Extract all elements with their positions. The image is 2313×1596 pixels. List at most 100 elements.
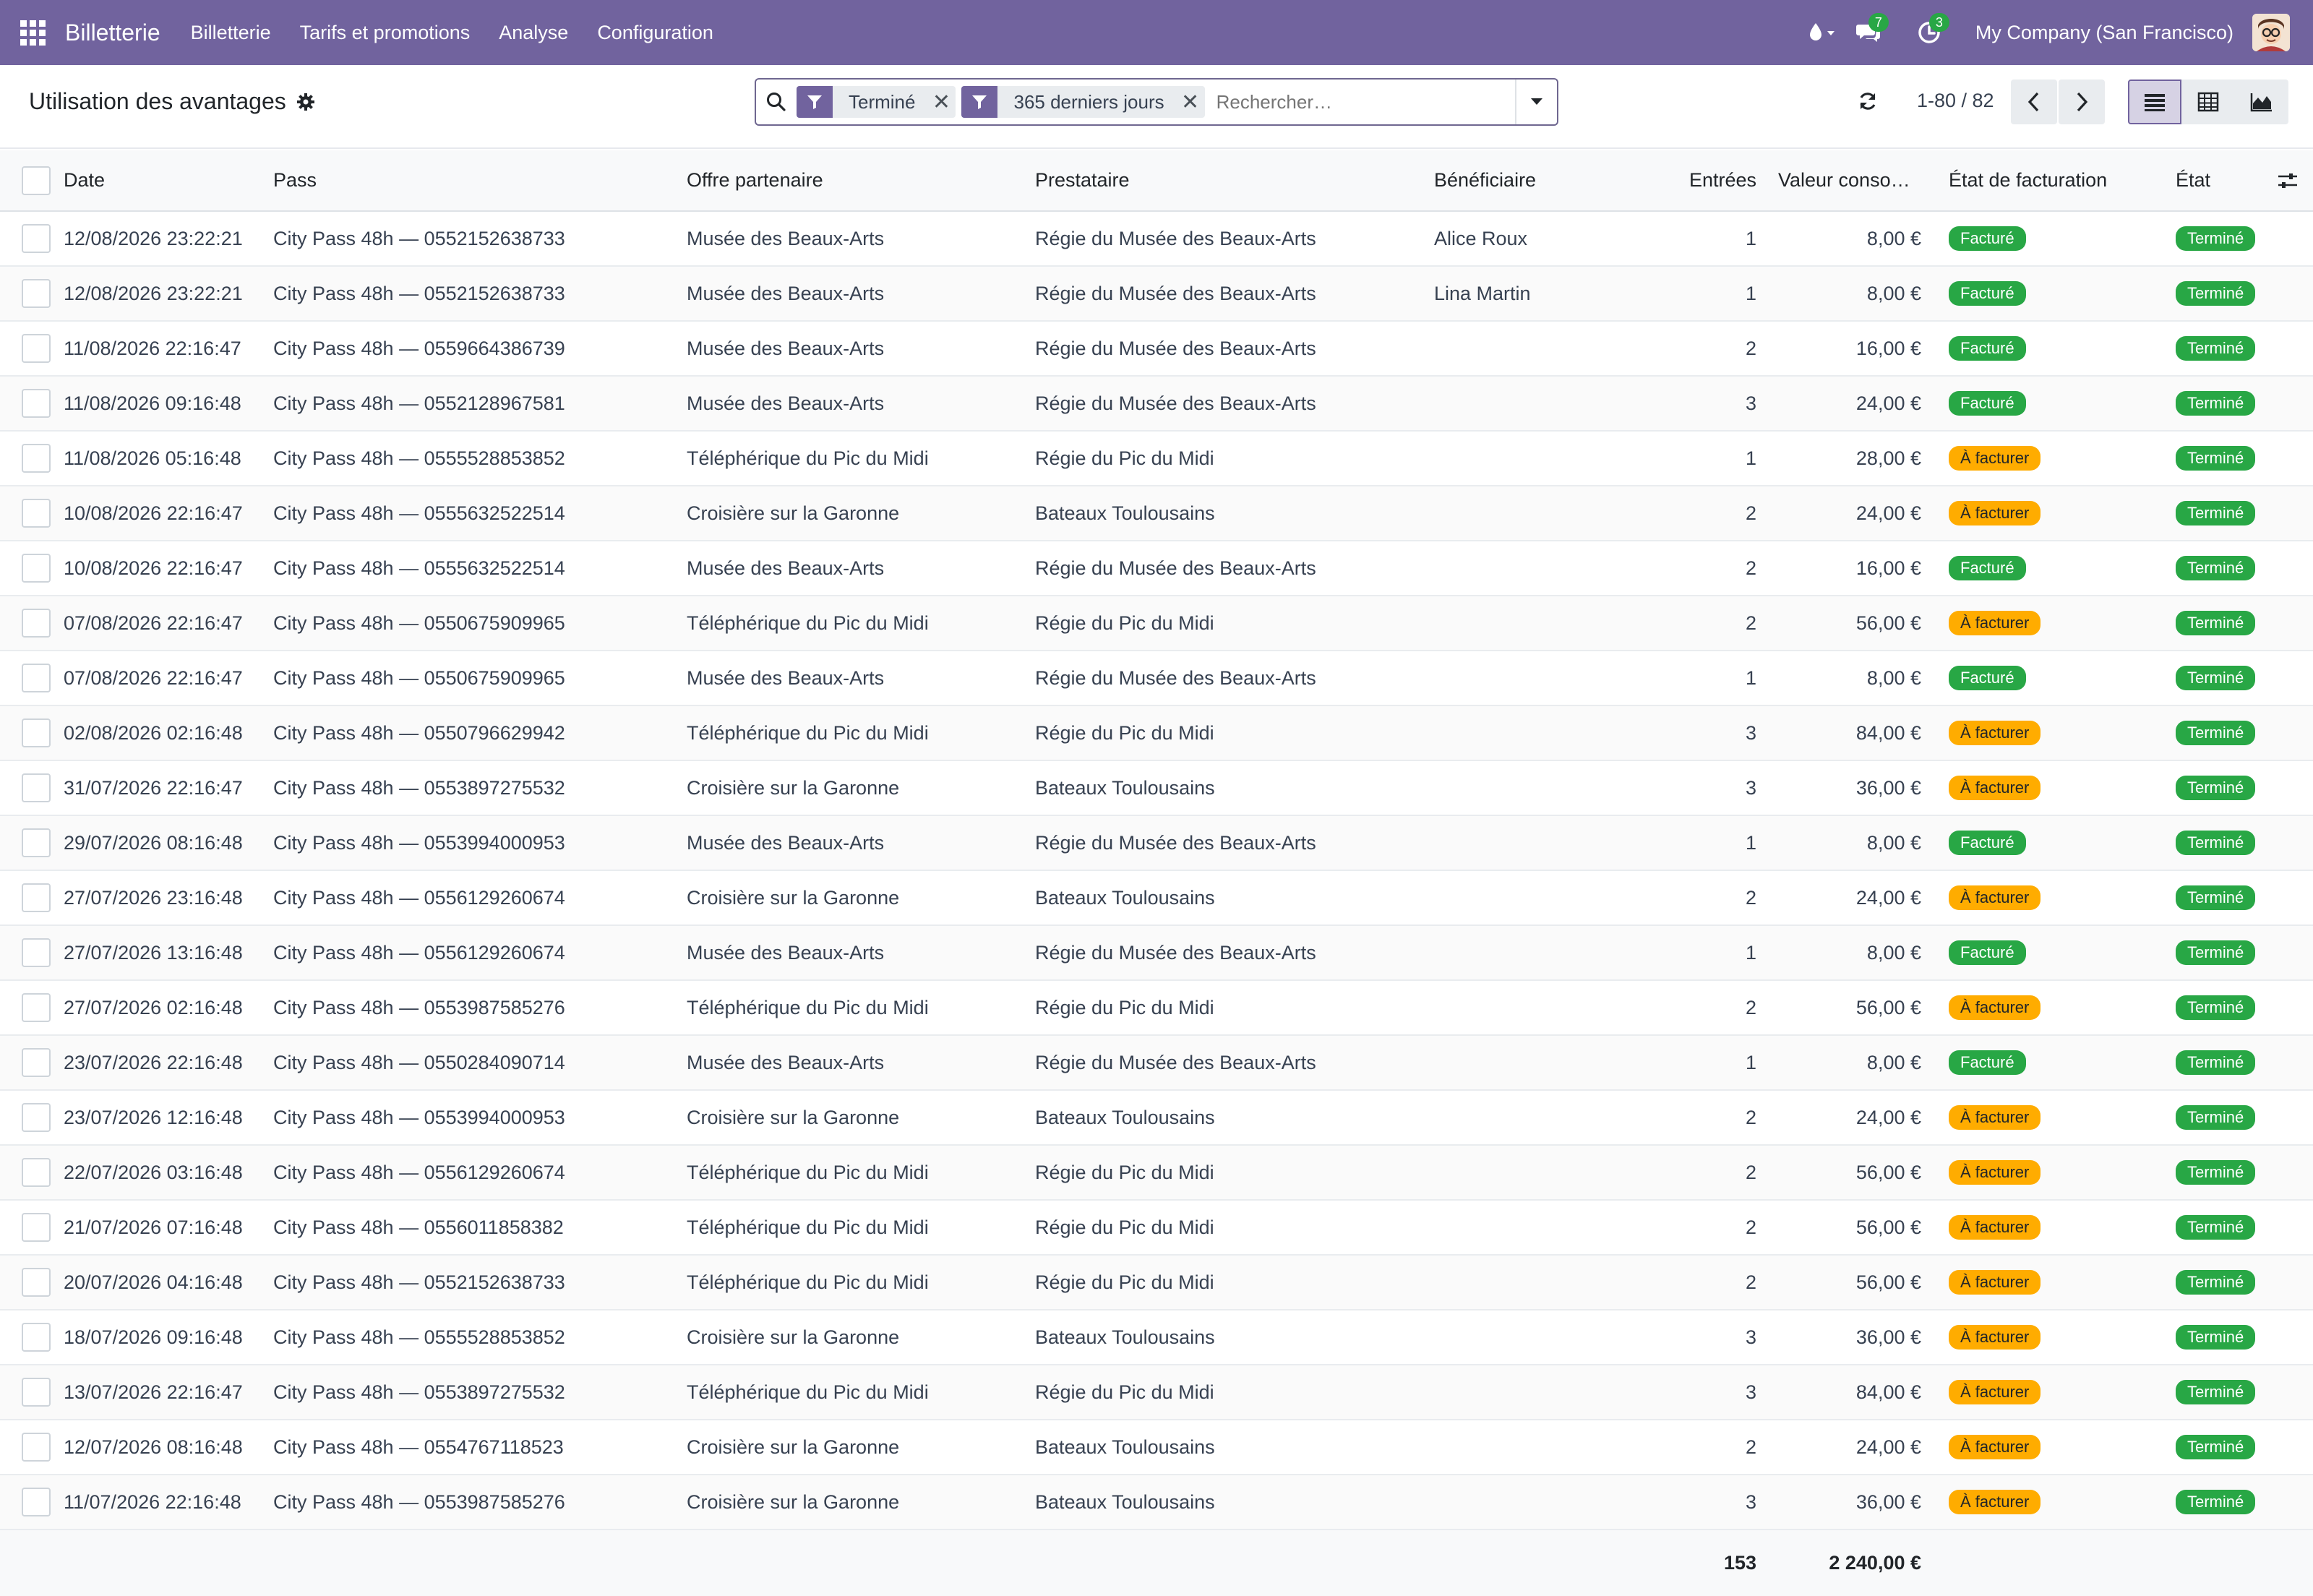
remove-filter-icon[interactable]: ✕ xyxy=(927,90,956,115)
column-header-entries[interactable]: Entrées xyxy=(1629,150,1769,212)
column-header-provider[interactable]: Prestataire xyxy=(1035,150,1434,212)
row-checkbox[interactable] xyxy=(22,664,51,692)
column-header-pass[interactable]: Pass xyxy=(273,150,687,212)
table-row[interactable]: 20/07/2026 04:16:48 City Pass 48h — 05521… xyxy=(0,1255,2313,1310)
apps-grid-icon xyxy=(20,20,46,46)
cell-offer: Musée des Beaux-Arts xyxy=(687,376,1035,432)
row-checkbox[interactable] xyxy=(22,883,51,912)
row-checkbox[interactable] xyxy=(22,828,51,857)
billing-state-badge: À facturer xyxy=(1949,446,2041,471)
cell-date: 10/08/2026 22:16:47 xyxy=(64,541,273,596)
remove-filter-icon[interactable]: ✕ xyxy=(1176,90,1205,115)
pager-value[interactable]: 1-80 / 82 xyxy=(1917,90,1994,112)
menu-item-tarifs[interactable]: Tarifs et promotions xyxy=(300,22,471,44)
table-row[interactable]: 10/08/2026 22:16:47 City Pass 48h — 05556… xyxy=(0,486,2313,541)
table-row[interactable]: 31/07/2026 22:16:47 City Pass 48h — 05538… xyxy=(0,760,2313,816)
row-checkbox[interactable] xyxy=(22,993,51,1022)
cell-entries: 1 xyxy=(1629,211,1769,267)
refresh-button[interactable] xyxy=(1853,87,1882,116)
row-checkbox[interactable] xyxy=(22,1488,51,1516)
table-row[interactable]: 12/07/2026 08:16:48 City Pass 48h — 05547… xyxy=(0,1420,2313,1475)
cell-offer: Musée des Beaux-Arts xyxy=(687,541,1035,596)
user-avatar[interactable] xyxy=(2252,14,2290,51)
row-checkbox[interactable] xyxy=(22,1433,51,1462)
cell-pass: City Pass 48h — 0550796629942 xyxy=(273,705,687,761)
table-row[interactable]: 11/07/2026 22:16:48 City Pass 48h — 05539… xyxy=(0,1475,2313,1530)
menu-item-billetterie[interactable]: Billetterie xyxy=(191,22,271,44)
column-header-beneficiary[interactable]: Bénéficiaire xyxy=(1434,150,1629,212)
table-row[interactable]: 11/08/2026 09:16:48 City Pass 48h — 05521… xyxy=(0,376,2313,432)
row-checkbox[interactable] xyxy=(22,444,51,473)
activities-button[interactable]: 3 xyxy=(1908,0,1951,65)
billing-state-badge: À facturer xyxy=(1949,501,2041,525)
pivot-view-button[interactable] xyxy=(2181,80,2235,124)
cell-offer: Croisière sur la Garonne xyxy=(687,486,1035,541)
search-options-toggle[interactable] xyxy=(1515,80,1557,124)
row-checkbox[interactable] xyxy=(22,718,51,747)
cell-billing-state: Facturé xyxy=(1934,541,2176,596)
column-header-date[interactable]: Date xyxy=(64,150,273,212)
cell-provider: Régie du Musée des Beaux-Arts xyxy=(1035,541,1434,596)
row-checkbox[interactable] xyxy=(22,499,51,528)
billing-state-badge: Facturé xyxy=(1949,226,2026,251)
row-checkbox[interactable] xyxy=(22,1268,51,1297)
apps-menu-button[interactable] xyxy=(0,0,65,65)
row-checkbox[interactable] xyxy=(22,773,51,802)
row-checkbox[interactable] xyxy=(22,279,51,308)
row-checkbox[interactable] xyxy=(22,334,51,363)
table-row[interactable]: 12/08/2026 23:22:21 City Pass 48h — 05521… xyxy=(0,211,2313,267)
table-row[interactable]: 22/07/2026 03:16:48 City Pass 48h — 05561… xyxy=(0,1145,2313,1201)
table-row[interactable]: 27/07/2026 13:16:48 City Pass 48h — 05561… xyxy=(0,925,2313,981)
table-row[interactable]: 23/07/2026 22:16:48 City Pass 48h — 05502… xyxy=(0,1035,2313,1091)
column-header-value[interactable]: Valeur conso… xyxy=(1769,150,1934,212)
table-row[interactable]: 07/08/2026 22:16:47 City Pass 48h — 05506… xyxy=(0,596,2313,651)
table-row[interactable]: 29/07/2026 08:16:48 City Pass 48h — 05539… xyxy=(0,815,2313,871)
menu-item-analyse[interactable]: Analyse xyxy=(499,22,568,44)
column-header-state-label[interactable]: État xyxy=(2176,169,2210,191)
select-all-checkbox[interactable] xyxy=(22,166,51,195)
table-row[interactable]: 11/08/2026 05:16:48 City Pass 48h — 05555… xyxy=(0,431,2313,486)
row-select-cell xyxy=(0,870,64,926)
cell-date: 02/08/2026 02:16:48 xyxy=(64,705,273,761)
table-row[interactable]: 02/08/2026 02:16:48 City Pass 48h — 05507… xyxy=(0,705,2313,761)
table-row[interactable]: 27/07/2026 02:16:48 City Pass 48h — 05539… xyxy=(0,980,2313,1036)
graph-view-button[interactable] xyxy=(2235,80,2288,124)
row-checkbox[interactable] xyxy=(22,1213,51,1242)
row-checkbox[interactable] xyxy=(22,1378,51,1407)
row-checkbox[interactable] xyxy=(22,1103,51,1132)
pager-next-button[interactable] xyxy=(2059,80,2105,124)
table-row[interactable]: 10/08/2026 22:16:47 City Pass 48h — 05556… xyxy=(0,541,2313,596)
row-checkbox[interactable] xyxy=(22,1158,51,1187)
row-checkbox[interactable] xyxy=(22,1048,51,1077)
table-row[interactable]: 07/08/2026 22:16:47 City Pass 48h — 05506… xyxy=(0,651,2313,706)
column-header-offer[interactable]: Offre partenaire xyxy=(687,150,1035,212)
table-row[interactable]: 13/07/2026 22:16:47 City Pass 48h — 05538… xyxy=(0,1365,2313,1420)
row-checkbox[interactable] xyxy=(22,609,51,638)
row-checkbox[interactable] xyxy=(22,224,51,253)
table-row[interactable]: 12/08/2026 23:22:21 City Pass 48h — 05521… xyxy=(0,266,2313,322)
pager-previous-button[interactable] xyxy=(2011,80,2057,124)
row-checkbox[interactable] xyxy=(22,1323,51,1352)
cell-provider: Bateaux Toulousains xyxy=(1035,870,1434,926)
cell-state: Terminé xyxy=(2176,925,2313,981)
table-row[interactable]: 18/07/2026 09:16:48 City Pass 48h — 05555… xyxy=(0,1310,2313,1365)
cell-state: Terminé xyxy=(2176,376,2313,432)
row-checkbox[interactable] xyxy=(22,554,51,583)
table-row[interactable]: 21/07/2026 07:16:48 City Pass 48h — 05560… xyxy=(0,1200,2313,1256)
row-checkbox[interactable] xyxy=(22,938,51,967)
app-brand[interactable]: Billetterie xyxy=(65,20,160,46)
menu-item-configuration[interactable]: Configuration xyxy=(597,22,713,44)
table-row[interactable]: 27/07/2026 23:16:48 City Pass 48h — 05561… xyxy=(0,870,2313,926)
list-view-button[interactable] xyxy=(2128,80,2181,124)
debug-menu-button[interactable] xyxy=(1796,0,1847,65)
filter-funnel-icon xyxy=(797,86,833,118)
company-switcher[interactable]: My Company (San Francisco) xyxy=(1975,22,2233,44)
gear-icon[interactable] xyxy=(296,93,315,111)
table-row[interactable]: 23/07/2026 12:16:48 City Pass 48h — 05539… xyxy=(0,1090,2313,1146)
column-header-billing-state[interactable]: État de facturation xyxy=(1934,150,2176,212)
table-row[interactable]: 11/08/2026 22:16:47 City Pass 48h — 05596… xyxy=(0,321,2313,377)
optional-columns-icon[interactable] xyxy=(2277,171,2299,191)
search-input[interactable] xyxy=(1216,90,1491,113)
messages-button[interactable]: 7 xyxy=(1847,0,1890,65)
row-checkbox[interactable] xyxy=(22,389,51,418)
